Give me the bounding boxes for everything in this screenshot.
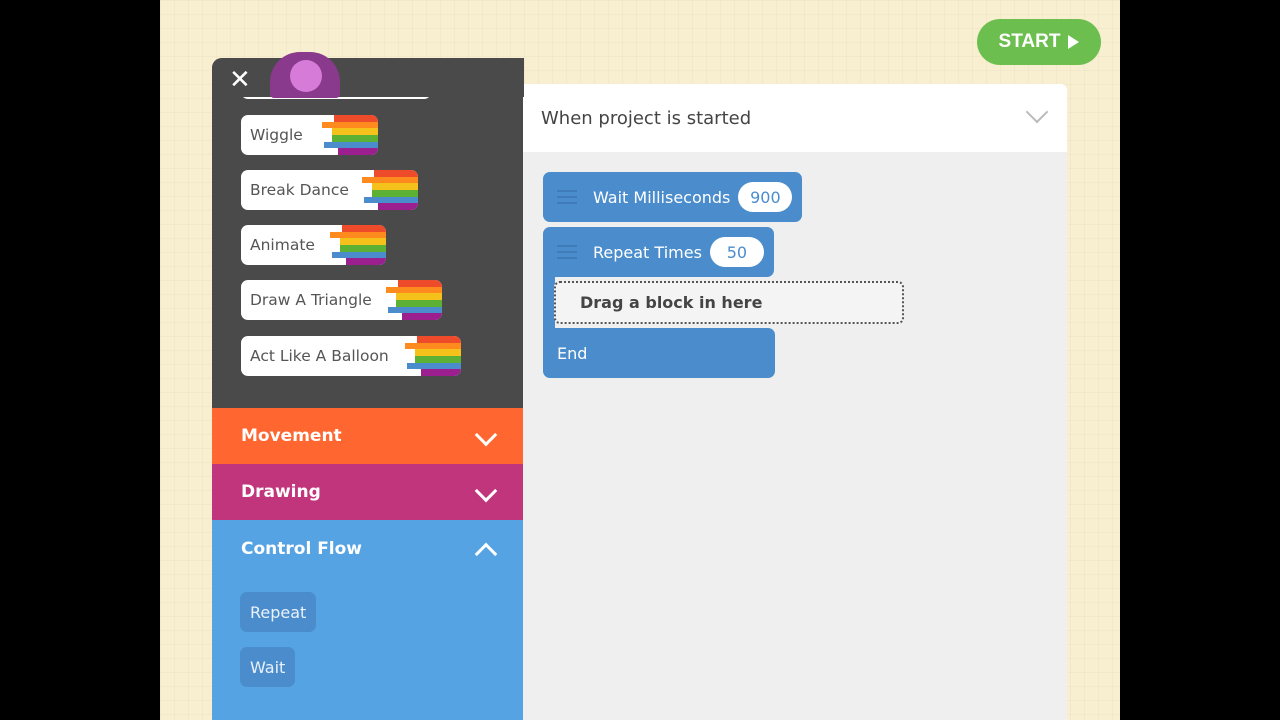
rainbow-stripe: [332, 134, 378, 142]
wait-value-input[interactable]: 900: [738, 182, 793, 212]
rainbow-stripe: [322, 121, 378, 129]
drag-handle-icon[interactable]: [557, 245, 577, 259]
rainbow-icon: [322, 115, 378, 155]
rainbow-icon: [330, 225, 386, 265]
wait-milliseconds-block[interactable]: Wait Milliseconds 900: [543, 172, 802, 222]
rainbow-stripe: [388, 306, 442, 314]
palette-block-wiggle[interactable]: Wiggle: [241, 115, 378, 155]
rainbow-stripe: [398, 280, 442, 287]
category-label: Control Flow: [241, 539, 363, 559]
rainbow-stripe: [372, 183, 418, 190]
start-label: START: [998, 31, 1061, 52]
rainbow-stripe: [396, 293, 442, 300]
rainbow-stripe: [417, 336, 461, 343]
chevron-up-icon: [474, 542, 498, 566]
rainbow-stripe: [342, 225, 386, 232]
rainbow-stripe: [421, 369, 461, 376]
block-label: Draw A Triangle: [250, 291, 372, 309]
block-label: Break Dance: [250, 181, 349, 199]
event-header[interactable]: When project is started: [523, 84, 1067, 152]
block-label: Wiggle: [250, 126, 303, 144]
palette-block-act-like-a-balloon[interactable]: Act Like A Balloon: [241, 336, 461, 376]
category-drawing[interactable]: Drawing: [212, 464, 524, 520]
drop-zone[interactable]: Drag a block in here: [554, 281, 904, 324]
rainbow-stripe: [415, 355, 461, 363]
rainbow-icon: [386, 280, 442, 320]
category-movement[interactable]: Movement: [212, 408, 524, 464]
palette-block-repeat[interactable]: Repeat: [240, 592, 317, 632]
block-label: Repeat Times: [593, 242, 702, 262]
block-label: Wait Milliseconds: [593, 187, 731, 207]
chevron-down-icon[interactable]: [1025, 100, 1049, 124]
rainbow-stripe: [332, 251, 386, 259]
category-label: Drawing: [241, 482, 321, 502]
rainbow-stripe: [402, 313, 442, 320]
chevron-down-icon: [474, 423, 498, 447]
rainbow-stripe: [334, 115, 378, 122]
rainbow-stripe: [340, 244, 386, 252]
rainbow-stripe: [340, 238, 386, 245]
rainbow-stripe: [330, 231, 386, 239]
play-icon: [1068, 35, 1080, 49]
rainbow-icon: [405, 336, 461, 376]
palette-header: [212, 58, 524, 97]
rainbow-stripe: [338, 148, 378, 155]
end-label: End: [557, 343, 588, 363]
category-label: Movement: [241, 426, 342, 446]
event-title: When project is started: [541, 107, 752, 129]
rainbow-stripe: [407, 362, 461, 370]
end-block: End: [543, 328, 775, 378]
chevron-down-icon: [474, 479, 498, 503]
block-label: Animate: [250, 236, 315, 254]
rainbow-stripe: [386, 286, 442, 294]
palette-block-break-dance[interactable]: Break Dance: [241, 170, 418, 210]
rainbow-stripe: [405, 342, 461, 350]
start-button[interactable]: START: [977, 19, 1101, 65]
repeat-times-block[interactable]: Repeat Times 50: [543, 227, 774, 277]
rainbow-stripe: [415, 349, 461, 356]
drag-handle-icon[interactable]: [557, 190, 577, 204]
character-avatar: [270, 52, 340, 98]
repeat-value-input[interactable]: 50: [709, 237, 764, 267]
rainbow-stripe: [346, 258, 386, 265]
rainbow-stripe: [332, 128, 378, 135]
rainbow-icon: [362, 170, 418, 210]
drop-zone-label: Drag a block in here: [580, 293, 763, 312]
palette-block-draw-a-triangle[interactable]: Draw A Triangle: [241, 280, 442, 320]
rainbow-stripe: [372, 189, 418, 197]
rainbow-stripe: [324, 141, 378, 149]
rainbow-stripe: [378, 203, 418, 210]
palette-block-animate[interactable]: Animate: [241, 225, 386, 265]
rainbow-stripe: [396, 299, 442, 307]
block-label: Act Like A Balloon: [250, 347, 389, 365]
close-icon[interactable]: ✕: [229, 65, 251, 95]
palette-block-wait[interactable]: Wait: [240, 647, 296, 687]
rainbow-stripe: [374, 170, 418, 177]
rainbow-stripe: [364, 196, 418, 204]
rainbow-stripe: [362, 176, 418, 184]
